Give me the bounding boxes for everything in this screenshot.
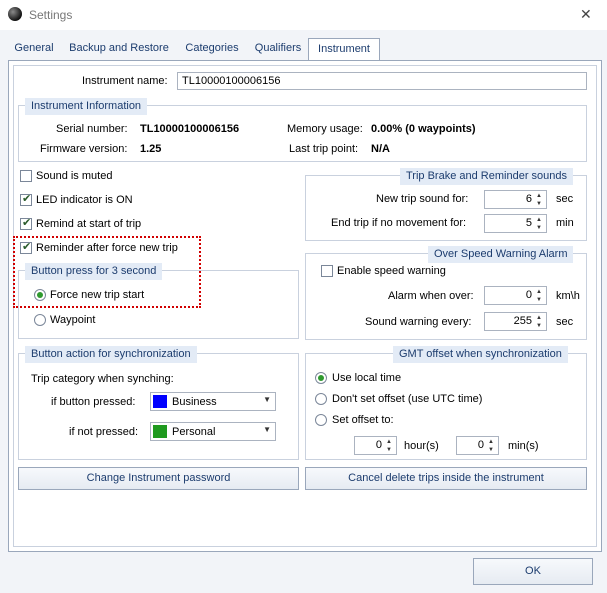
tab-categories[interactable]: Categories: [180, 38, 244, 59]
if-button-pressed-select[interactable]: Business ▼: [150, 392, 276, 411]
tab-backup-and-restore[interactable]: Backup and Restore: [64, 38, 174, 59]
tab-qualifiers[interactable]: Qualifiers: [248, 38, 308, 59]
personal-color-swatch: [153, 425, 167, 438]
highlight-annotation-box: [13, 236, 201, 308]
tab-instrument[interactable]: Instrument: [308, 38, 380, 61]
ok-button[interactable]: OK: [473, 558, 593, 585]
trip-brake-title: Trip Brake and Reminder sounds: [400, 168, 574, 185]
spin-down-icon[interactable]: ▼: [536, 225, 542, 231]
if-not-pressed-select[interactable]: Personal ▼: [150, 422, 276, 441]
use-local-time-radio[interactable]: [315, 372, 327, 384]
alarm-when-over-unit: km\h: [556, 290, 580, 302]
sound-warning-label: Sound warning every:: [365, 316, 472, 328]
sound-warning-unit: sec: [556, 316, 574, 328]
spin-up-icon[interactable]: ▲: [536, 315, 542, 321]
new-trip-sound-spinner[interactable]: 6 ▲ ▼: [484, 190, 547, 209]
remind-start-label: Remind at start of trip: [36, 218, 142, 230]
gmt-offset-group: [305, 353, 587, 460]
end-trip-spinner[interactable]: 5 ▲ ▼: [484, 214, 547, 233]
tab-general[interactable]: General: [8, 38, 60, 59]
serial-number-label: Serial number:: [56, 123, 128, 135]
new-trip-sound-unit: sec: [556, 193, 574, 205]
instrument-info-title: Instrument Information: [25, 98, 148, 115]
sound-muted-label: Sound is muted: [36, 170, 113, 182]
check-icon: ✔: [22, 217, 32, 229]
spin-up-icon[interactable]: ▲: [536, 289, 542, 295]
end-trip-value: 5: [525, 217, 532, 229]
business-color-swatch: [153, 395, 167, 408]
sound-warning-value: 255: [513, 315, 532, 327]
offset-hours-unit: hour(s): [404, 440, 439, 452]
dont-set-offset-radio[interactable]: [315, 393, 327, 405]
sound-muted-checkbox[interactable]: [20, 170, 32, 182]
if-button-pressed-label: if button pressed:: [51, 396, 136, 408]
last-trip-point-label: Last trip point:: [289, 143, 359, 155]
set-offset-radio[interactable]: [315, 414, 327, 426]
if-not-pressed-value: Personal: [172, 426, 216, 438]
if-button-pressed-value: Business: [172, 396, 217, 408]
waypoint-radio[interactable]: [34, 314, 46, 326]
spin-up-icon[interactable]: ▲: [536, 217, 542, 223]
offset-minutes-unit: min(s): [508, 440, 539, 452]
offset-minutes-spinner[interactable]: 0 ▲ ▼: [456, 436, 499, 455]
title-bar: [0, 0, 607, 30]
dont-set-offset-label: Don't set offset (use UTC time): [332, 393, 483, 405]
spin-down-icon[interactable]: ▼: [536, 297, 542, 303]
spin-up-icon[interactable]: ▲: [536, 193, 542, 199]
offset-hours-value: 0: [375, 439, 382, 451]
last-trip-point-value: N/A: [371, 143, 390, 155]
alarm-when-over-value: 0: [525, 289, 532, 301]
waypoint-label: Waypoint: [50, 314, 96, 326]
sync-action-title: Button action for synchronization: [25, 346, 197, 363]
gmt-offset-title: GMT offset when synchronization: [393, 346, 568, 363]
spin-up-icon[interactable]: ▲: [386, 439, 392, 445]
set-offset-label: Set offset to:: [332, 414, 394, 426]
remind-start-checkbox[interactable]: ✔: [20, 217, 32, 230]
firmware-version-label: Firmware version:: [40, 143, 128, 155]
serial-number-value: TL10000100006156: [140, 123, 240, 135]
chevron-down-icon[interactable]: ▼: [263, 395, 271, 404]
use-local-time-label: Use local time: [332, 372, 402, 384]
if-not-pressed-label: if not pressed:: [69, 426, 139, 438]
new-trip-sound-value: 6: [525, 193, 532, 205]
over-speed-title: Over Speed Warning Alarm: [428, 246, 574, 263]
sound-warning-spinner[interactable]: 255 ▲ ▼: [484, 312, 547, 331]
chevron-down-icon[interactable]: ▼: [263, 425, 271, 434]
led-indicator-label: LED indicator is ON: [36, 194, 133, 206]
app-icon: [8, 7, 22, 21]
new-trip-sound-label: New trip sound for:: [376, 193, 469, 205]
instrument-name-input[interactable]: TL10000100006156: [177, 72, 587, 90]
alarm-when-over-spinner[interactable]: 0 ▲ ▼: [484, 286, 547, 305]
spin-down-icon[interactable]: ▼: [536, 323, 542, 329]
offset-minutes-value: 0: [477, 439, 484, 451]
enable-speed-warning-checkbox[interactable]: [321, 265, 333, 277]
spin-down-icon[interactable]: ▼: [488, 447, 494, 453]
window-title: Settings: [29, 8, 73, 22]
instrument-name-label: Instrument name:: [82, 75, 168, 87]
offset-hours-spinner[interactable]: 0 ▲ ▼: [354, 436, 397, 455]
end-trip-unit: min: [556, 217, 574, 229]
check-icon: ✔: [22, 193, 32, 205]
spin-up-icon[interactable]: ▲: [488, 439, 494, 445]
end-trip-label: End trip if no movement for:: [331, 217, 467, 229]
close-icon[interactable]: ✕: [580, 6, 592, 22]
change-password-button[interactable]: Change Instrument password: [18, 467, 299, 490]
spin-down-icon[interactable]: ▼: [536, 201, 542, 207]
alarm-when-over-label: Alarm when over:: [388, 290, 474, 302]
memory-usage-label: Memory usage:: [287, 123, 363, 135]
radio-selected-dot: [318, 375, 324, 381]
cancel-delete-trips-button[interactable]: Cancel delete trips inside the instrumen…: [305, 467, 587, 490]
led-indicator-checkbox[interactable]: ✔: [20, 193, 32, 206]
memory-usage-value: 0.00% (0 waypoints): [371, 123, 476, 135]
enable-speed-warning-label: Enable speed warning: [337, 265, 446, 277]
trip-category-label: Trip category when synching:: [31, 373, 174, 385]
spin-down-icon[interactable]: ▼: [386, 447, 392, 453]
firmware-version-value: 1.25: [140, 143, 162, 155]
